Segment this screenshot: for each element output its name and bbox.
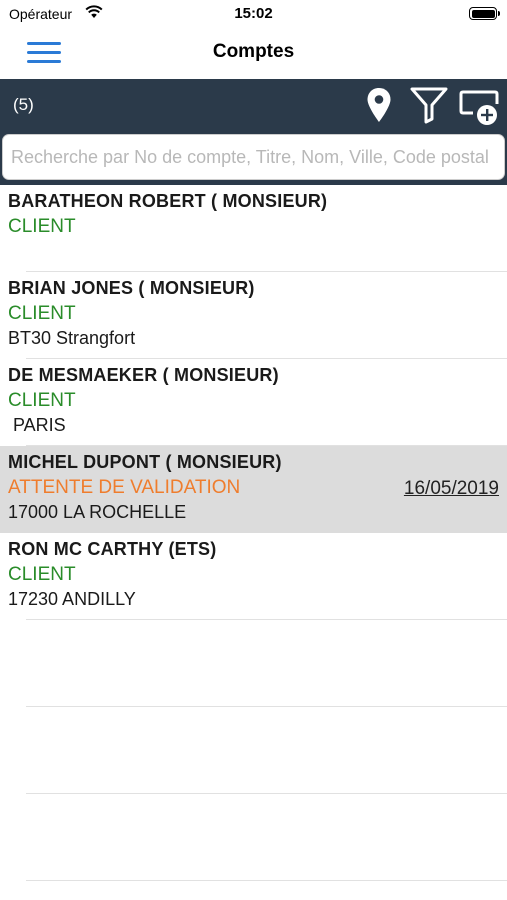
filter-icon[interactable] — [409, 86, 449, 124]
account-status: ATTENTE DE VALIDATION — [8, 477, 241, 498]
clock: 15:02 — [234, 5, 273, 22]
add-account-icon[interactable] — [458, 87, 502, 127]
result-count: (5) — [13, 95, 34, 114]
account-address: BT30 Strangfort — [8, 328, 136, 348]
account-name: MICHEL DUPONT ( MONSIEUR) — [8, 452, 282, 472]
empty-list-row — [0, 620, 507, 707]
location-pin-icon[interactable] — [366, 87, 392, 123]
account-status: CLIENT — [8, 216, 76, 237]
page-title: Comptes — [212, 41, 295, 62]
account-list: BARATHEON ROBERT ( MONSIEUR) CLIENT BRIA… — [0, 185, 507, 881]
account-name: RON MC CARTHY (ETS) — [8, 539, 217, 559]
account-name: DE MESMAEKER ( MONSIEUR) — [8, 365, 279, 385]
account-row[interactable]: BARATHEON ROBERT ( MONSIEUR) CLIENT — [0, 185, 507, 272]
account-row[interactable]: BRIAN JONES ( MONSIEUR) CLIENT BT30 Stra… — [0, 272, 507, 359]
account-row-selected[interactable]: MICHEL DUPONT ( MONSIEUR) ATTENTE DE VAL… — [0, 446, 507, 533]
battery-icon — [469, 7, 500, 20]
account-status: CLIENT — [8, 564, 76, 585]
account-row[interactable]: RON MC CARTHY (ETS) CLIENT 17230 ANDILLY — [0, 533, 507, 620]
toolbar: (5) — [0, 79, 507, 131]
account-status: CLIENT — [8, 303, 76, 324]
row-divider — [26, 880, 507, 881]
account-name: BARATHEON ROBERT ( MONSIEUR) — [8, 191, 328, 211]
search-input[interactable] — [2, 134, 505, 180]
account-address: PARIS — [8, 415, 66, 435]
account-address: 17000 LA ROCHELLE — [8, 502, 187, 522]
account-row[interactable]: DE MESMAEKER ( MONSIEUR) CLIENT PARIS — [0, 359, 507, 446]
status-bar: Opérateur 15:02 — [0, 0, 507, 28]
hamburger-menu-icon[interactable] — [27, 40, 63, 66]
account-status: CLIENT — [8, 390, 76, 411]
account-address: 17230 ANDILLY — [8, 589, 136, 609]
search-bar — [0, 131, 507, 185]
empty-list-row — [0, 707, 507, 794]
account-name: BRIAN JONES ( MONSIEUR) — [8, 278, 255, 298]
empty-list-row — [0, 794, 507, 881]
account-date: 16/05/2019 — [403, 478, 499, 499]
navigation-bar: Comptes — [0, 28, 507, 78]
